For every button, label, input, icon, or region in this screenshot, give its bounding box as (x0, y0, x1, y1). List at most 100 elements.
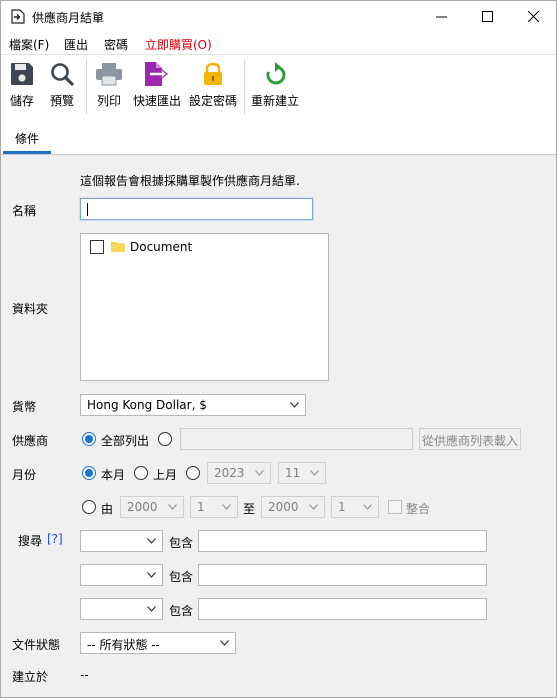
active-tab-indicator (3, 151, 51, 154)
print-button[interactable]: 列印 (93, 61, 125, 109)
search-field-select-2[interactable] (80, 564, 163, 586)
supplier-all-label: 全部列出 (101, 434, 150, 448)
name-input[interactable] (80, 198, 313, 220)
maximize-icon (481, 11, 493, 22)
toolbar-separator (86, 60, 87, 114)
chevron-down-icon (255, 470, 264, 476)
document-status-select[interactable]: -- 所有狀態 -- (80, 632, 236, 654)
magnifier-icon (51, 63, 74, 86)
menu-bar: 檔案(F) 匯出 密碼 立即購買(O) (1, 32, 556, 54)
supplier-label: 供應商 (12, 434, 49, 448)
set-password-label: 設定密碼 (188, 94, 237, 108)
menu-password[interactable]: 密碼 (104, 36, 128, 53)
month-select[interactable]: 11 (278, 462, 326, 484)
last-month-label: 上月 (153, 468, 178, 482)
supplier-input[interactable] (180, 428, 413, 450)
save-button[interactable]: 儲存 (7, 61, 37, 109)
rebuild-button[interactable]: 重新建立 (250, 61, 300, 109)
from-label: 由 (101, 502, 114, 516)
quick-export-button[interactable]: 快速匯出 (132, 61, 182, 109)
currency-select[interactable]: Hong Kong Dollar, $ (80, 394, 306, 416)
from-year-select[interactable]: 2000 (120, 496, 184, 518)
document-status-value: -- 所有狀態 -- (87, 638, 160, 652)
from-month-select[interactable]: 1 (190, 496, 238, 518)
set-password-button[interactable]: 設定密碼 (188, 61, 238, 109)
folder-label: 資料夾 (12, 302, 49, 316)
chevron-down-icon (309, 504, 318, 510)
specific-month-radio[interactable] (186, 466, 200, 480)
to-month-value: 1 (338, 500, 346, 514)
close-icon (527, 11, 539, 22)
load-from-supplier-list-button[interactable]: 從供應商列表載入 (419, 428, 521, 450)
window-title: 供應商月結單 (32, 11, 105, 25)
currency-label: 貨幣 (12, 400, 37, 414)
created-at-value: -- (80, 668, 89, 682)
date-range-radio[interactable] (82, 500, 96, 514)
search-input-3[interactable] (198, 598, 487, 620)
contains-label: 包含 (169, 570, 194, 584)
save-icon (11, 63, 33, 85)
quick-export-label: 快速匯出 (132, 94, 181, 108)
chevron-down-icon (310, 470, 319, 476)
save-label: 儲存 (9, 94, 34, 108)
search-input-1[interactable] (198, 530, 487, 552)
contains-label: 包含 (169, 536, 194, 550)
search-field-select-3[interactable] (80, 598, 163, 620)
report-description: 這個報告會根據採購單製作供應商月結單. (80, 174, 300, 188)
chevron-down-icon (147, 606, 156, 612)
folder-icon (111, 242, 125, 252)
to-year-value: 2000 (268, 500, 299, 514)
menu-buy-now[interactable]: 立即購買(O) (145, 36, 212, 53)
year-value: 2023 (214, 466, 245, 480)
menu-file[interactable]: 檔案(F) (9, 36, 49, 53)
menu-export[interactable]: 匯出 (64, 36, 88, 53)
this-month-radio[interactable] (82, 466, 96, 480)
folder-list[interactable]: Document (80, 233, 329, 381)
toolbar: 儲存 預覽 列印 快速匯出 設定密碼 重新建立 (1, 54, 556, 120)
search-label: 搜尋 (18, 534, 43, 548)
consolidate-label: 整合 (406, 502, 431, 516)
contains-label: 包含 (169, 604, 194, 618)
name-label: 名稱 (12, 204, 37, 218)
maximize-button[interactable] (464, 1, 510, 32)
document-status-label: 文件狀態 (12, 638, 61, 652)
search-input-2[interactable] (198, 564, 487, 586)
supplier-all-radio[interactable] (82, 432, 96, 446)
app-window: 供應商月結單 檔案(F) 匯出 密碼 立即購買(O) 儲存 預覽 列印 快速匯出… (0, 0, 557, 698)
app-icon (11, 9, 25, 24)
last-month-radio[interactable] (134, 466, 148, 480)
tab-strip: 條件 (1, 120, 556, 155)
folder-item-label: Document (130, 240, 193, 254)
folder-checkbox[interactable] (90, 240, 104, 254)
this-month-label: 本月 (101, 468, 126, 482)
search-field-select-1[interactable] (80, 530, 163, 552)
chevron-down-icon (168, 504, 177, 510)
print-label: 列印 (96, 94, 121, 108)
refresh-icon (266, 62, 286, 85)
close-button[interactable] (510, 1, 556, 32)
lock-icon (204, 62, 222, 85)
chevron-down-icon (220, 640, 229, 646)
search-help-link[interactable]: [?] (47, 532, 63, 546)
to-month-select[interactable]: 1 (331, 496, 379, 518)
preview-button[interactable]: 預覽 (47, 61, 77, 109)
month-value: 11 (285, 466, 301, 480)
title-bar: 供應商月結單 (1, 1, 556, 32)
consolidate-checkbox[interactable] (388, 500, 402, 514)
to-year-select[interactable]: 2000 (261, 496, 325, 518)
toolbar-separator (244, 60, 245, 114)
chevron-down-icon (222, 504, 231, 510)
currency-value: Hong Kong Dollar, $ (87, 398, 207, 412)
created-at-label: 建立於 (12, 670, 49, 684)
month-label: 月份 (12, 468, 37, 482)
from-month-value: 1 (197, 500, 205, 514)
printer-icon (96, 63, 122, 86)
year-select[interactable]: 2023 (207, 462, 271, 484)
minimize-button[interactable] (418, 1, 464, 32)
chevron-down-icon (363, 504, 372, 510)
chevron-down-icon (147, 572, 156, 578)
supplier-custom-radio[interactable] (158, 432, 172, 446)
minimize-icon (435, 16, 447, 18)
export-file-icon (145, 62, 169, 86)
chevron-down-icon (147, 538, 156, 544)
